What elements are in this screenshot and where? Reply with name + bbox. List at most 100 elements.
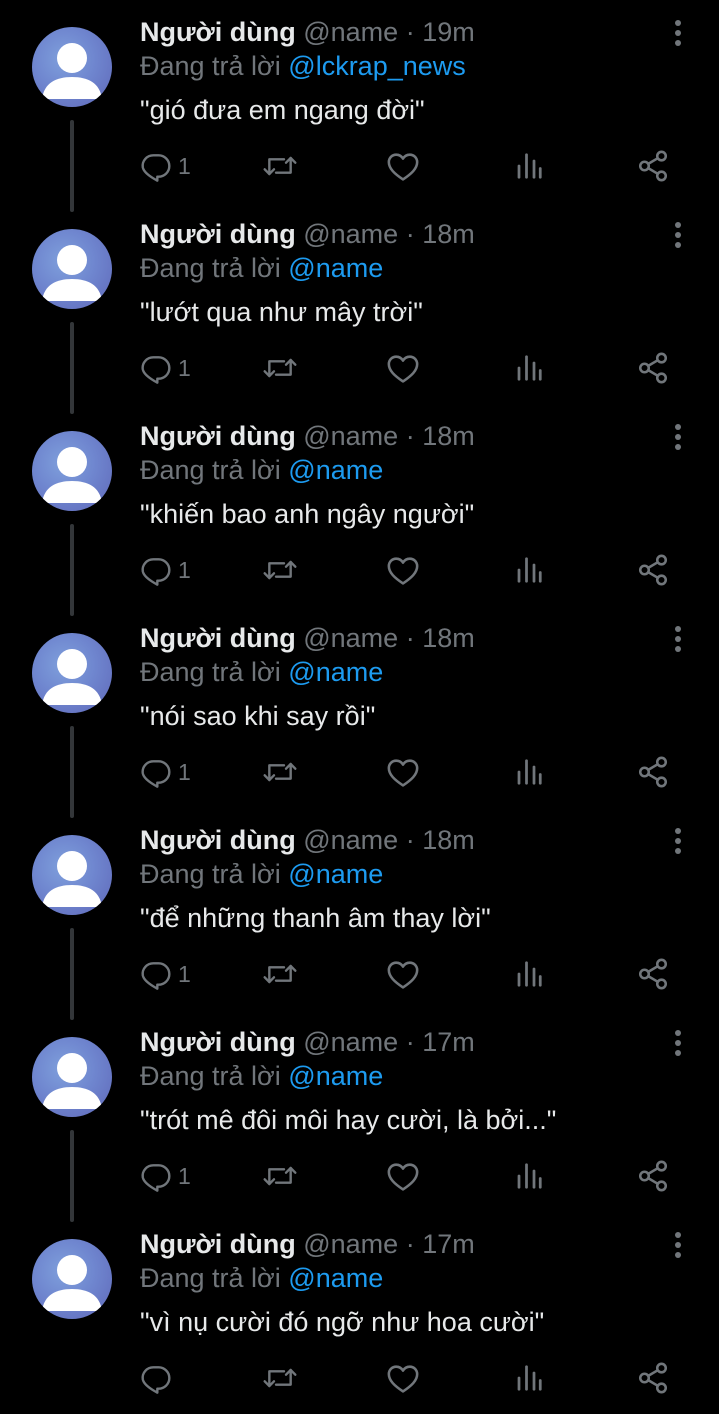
avatar[interactable] bbox=[32, 229, 112, 309]
more-options-button[interactable] bbox=[666, 826, 690, 856]
like-button[interactable] bbox=[386, 1156, 420, 1196]
avatar[interactable] bbox=[32, 633, 112, 713]
user-handle[interactable]: @name bbox=[303, 1027, 398, 1057]
more-options-button[interactable] bbox=[666, 1028, 690, 1058]
more-options-button[interactable] bbox=[666, 18, 690, 48]
timestamp[interactable]: 18m bbox=[422, 421, 475, 451]
reply-button[interactable] bbox=[140, 1358, 178, 1398]
views-icon bbox=[517, 759, 542, 785]
tweet[interactable]: Người dùng @name · 18m Đang trả lời @nam… bbox=[0, 808, 719, 1020]
views-button[interactable] bbox=[514, 550, 544, 590]
default-avatar-icon bbox=[42, 851, 102, 907]
reply-button[interactable]: 1 bbox=[140, 954, 191, 994]
share-button[interactable] bbox=[636, 954, 670, 994]
views-button[interactable] bbox=[514, 146, 544, 186]
timestamp[interactable]: 17m bbox=[422, 1027, 475, 1057]
share-button[interactable] bbox=[636, 1358, 670, 1398]
more-options-button[interactable] bbox=[666, 422, 690, 452]
tweet[interactable]: Người dùng @name · 18m Đang trả lời @nam… bbox=[0, 404, 719, 616]
mention-link[interactable]: @name bbox=[288, 1263, 383, 1293]
views-button[interactable] bbox=[514, 1156, 544, 1196]
tweet-header: Người dùng @name · 18m bbox=[140, 419, 475, 453]
avatar[interactable] bbox=[32, 1239, 112, 1319]
avatar[interactable] bbox=[32, 835, 112, 915]
timestamp[interactable]: 17m bbox=[422, 1229, 475, 1259]
avatar[interactable] bbox=[32, 27, 112, 107]
more-options-button[interactable] bbox=[666, 624, 690, 654]
like-button[interactable] bbox=[386, 146, 420, 186]
share-button[interactable] bbox=[636, 752, 670, 792]
retweet-button[interactable] bbox=[260, 1358, 300, 1398]
timestamp[interactable]: 18m bbox=[422, 623, 475, 653]
views-button[interactable] bbox=[514, 752, 544, 792]
like-button[interactable] bbox=[386, 752, 420, 792]
tweet[interactable]: Người dùng @name · 17m Đang trả lời @nam… bbox=[0, 1010, 719, 1222]
like-button[interactable] bbox=[386, 954, 420, 994]
thread-connector bbox=[70, 524, 74, 616]
display-name[interactable]: Người dùng bbox=[140, 219, 296, 249]
replying-to: Đang trả lời @name bbox=[140, 857, 383, 891]
timestamp[interactable]: 18m bbox=[422, 219, 475, 249]
mention-link[interactable]: @lckrap_news bbox=[288, 51, 465, 81]
display-name[interactable]: Người dùng bbox=[140, 623, 296, 653]
default-avatar-icon bbox=[42, 1053, 102, 1109]
reply-button[interactable]: 1 bbox=[140, 752, 191, 792]
reply-icon bbox=[141, 558, 171, 586]
tweet-actions: 1 bbox=[140, 146, 680, 186]
share-button[interactable] bbox=[636, 348, 670, 388]
tweet[interactable]: Người dùng @name · 18m Đang trả lời @nam… bbox=[0, 202, 719, 414]
reply-button[interactable]: 1 bbox=[140, 146, 191, 186]
mention-link[interactable]: @name bbox=[288, 657, 383, 687]
like-button[interactable] bbox=[386, 348, 420, 388]
tweet[interactable]: Người dùng @name · 19m Đang trả lời @lck… bbox=[0, 0, 719, 212]
views-button[interactable] bbox=[514, 1358, 544, 1398]
timestamp[interactable]: 19m bbox=[422, 17, 475, 47]
views-button[interactable] bbox=[514, 954, 544, 994]
reply-button[interactable]: 1 bbox=[140, 348, 191, 388]
retweet-button[interactable] bbox=[260, 1156, 300, 1196]
reply-count: 1 bbox=[178, 758, 191, 785]
mention-link[interactable]: @name bbox=[288, 253, 383, 283]
like-button[interactable] bbox=[386, 1358, 420, 1398]
tweet[interactable]: Người dùng @name · 18m Đang trả lời @nam… bbox=[0, 606, 719, 818]
display-name[interactable]: Người dùng bbox=[140, 1027, 296, 1057]
retweet-button[interactable] bbox=[260, 752, 300, 792]
avatar[interactable] bbox=[32, 1037, 112, 1117]
share-button[interactable] bbox=[636, 1156, 670, 1196]
mention-link[interactable]: @name bbox=[288, 859, 383, 889]
display-name[interactable]: Người dùng bbox=[140, 1229, 296, 1259]
tweet-text: "gió đưa em ngang đời" bbox=[140, 95, 425, 125]
mention-link[interactable]: @name bbox=[288, 455, 383, 485]
reply-button[interactable]: 1 bbox=[140, 1156, 191, 1196]
like-button[interactable] bbox=[386, 550, 420, 590]
like-icon bbox=[387, 1365, 419, 1393]
retweet-button[interactable] bbox=[260, 550, 300, 590]
share-button[interactable] bbox=[636, 550, 670, 590]
user-handle[interactable]: @name bbox=[303, 421, 398, 451]
default-avatar-icon bbox=[42, 447, 102, 503]
more-options-button[interactable] bbox=[666, 1230, 690, 1260]
retweet-button[interactable] bbox=[260, 954, 300, 994]
user-handle[interactable]: @name bbox=[303, 825, 398, 855]
separator-dot: · bbox=[405, 17, 415, 47]
timestamp[interactable]: 18m bbox=[422, 825, 475, 855]
share-button[interactable] bbox=[636, 146, 670, 186]
views-button[interactable] bbox=[514, 348, 544, 388]
share-icon bbox=[638, 554, 668, 586]
user-handle[interactable]: @name bbox=[303, 219, 398, 249]
display-name[interactable]: Người dùng bbox=[140, 825, 296, 855]
user-handle[interactable]: @name bbox=[303, 1229, 398, 1259]
display-name[interactable]: Người dùng bbox=[140, 17, 296, 47]
user-handle[interactable]: @name bbox=[303, 623, 398, 653]
display-name[interactable]: Người dùng bbox=[140, 421, 296, 451]
replying-to: Đang trả lời @name bbox=[140, 453, 383, 487]
user-handle[interactable]: @name bbox=[303, 17, 398, 47]
more-options-button[interactable] bbox=[666, 220, 690, 250]
avatar[interactable] bbox=[32, 431, 112, 511]
retweet-icon bbox=[263, 762, 297, 782]
retweet-button[interactable] bbox=[260, 146, 300, 186]
tweet[interactable]: Người dùng @name · 17m Đang trả lời @nam… bbox=[0, 1212, 719, 1414]
mention-link[interactable]: @name bbox=[288, 1061, 383, 1091]
reply-button[interactable]: 1 bbox=[140, 550, 191, 590]
retweet-button[interactable] bbox=[260, 348, 300, 388]
